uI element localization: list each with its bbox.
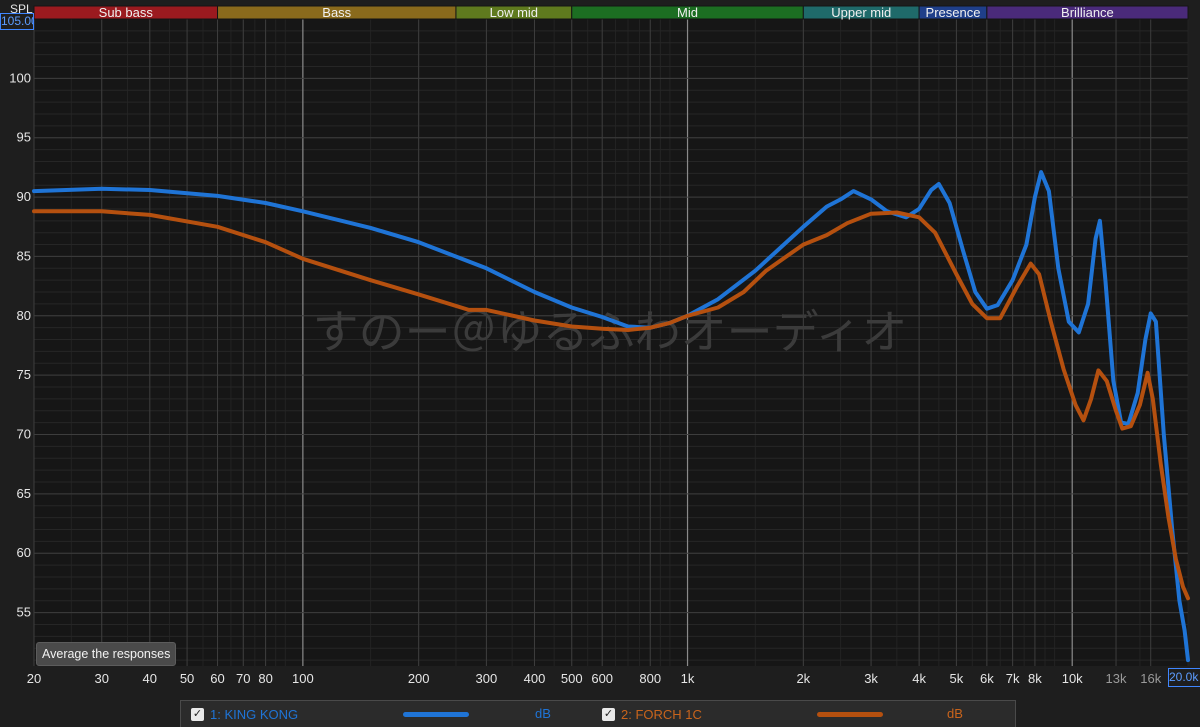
legend-panel: ✓ 1: KING KONG dB ✓ 2: FORCH 1C dB (180, 700, 1016, 727)
frequency-band-bar: Sub bass Bass Low mid Mid Upper mid Presence B… (33, 5, 1189, 20)
y-tick-label: 70 (17, 427, 31, 442)
watermark-text: すのー＠ゆるふわオーディオ (313, 305, 908, 359)
x-tick-label: 800 (639, 671, 661, 686)
y-tick-label: 85 (17, 248, 31, 263)
x-tick-label: 50 (180, 671, 194, 686)
legend-item-forch-1c: ✓ 2: FORCH 1C (602, 701, 702, 727)
x-tick-label: 2k (796, 671, 810, 686)
x-tick-label: 13k (1106, 671, 1127, 686)
legend-swatch-forch-1c (817, 712, 883, 717)
band-label: Sub bass (99, 5, 154, 20)
legend-item-king-kong: ✓ 1: KING KONG (191, 701, 298, 727)
x-tick-label: 200 (408, 671, 430, 686)
y-tick-label: 65 (17, 486, 31, 501)
x-tick-label: 300 (476, 671, 498, 686)
y-tick-label: 80 (17, 308, 31, 323)
average-responses-button[interactable]: Average the responses (36, 642, 177, 666)
band-label: Low mid (490, 5, 538, 20)
x-tick-label: 10k (1062, 671, 1083, 686)
y-tick-label: 95 (17, 130, 31, 145)
legend-unit-forch-1c: dB (947, 706, 963, 721)
band-label: Presence (926, 5, 981, 20)
x-tick-label: 100 (292, 671, 314, 686)
legend-unit-king-kong: dB (535, 706, 551, 721)
y-tick-label: 75 (17, 367, 31, 382)
band-label: Bass (322, 5, 351, 20)
x-tick-label: 7k (1006, 671, 1020, 686)
x-tick-label: 600 (591, 671, 613, 686)
x-tick-label: 5k (950, 671, 964, 686)
y-max-readout[interactable]: 105.00 (0, 13, 34, 30)
checkbox-icon[interactable]: ✓ (602, 707, 615, 721)
y-tick-label: 100 (9, 70, 31, 85)
x-tick-label: 16k (1140, 671, 1161, 686)
y-tick-label: 55 (17, 605, 31, 620)
checkbox-icon[interactable]: ✓ (191, 707, 204, 721)
x-tick-label: 8k (1028, 671, 1042, 686)
x-tick-label: 80 (258, 671, 272, 686)
y-tick-label: 60 (17, 545, 31, 560)
band-label: Mid (677, 5, 698, 20)
x-tick-label: 4k (912, 671, 926, 686)
x-tick-label: 40 (143, 671, 157, 686)
band-label: Upper mid (831, 5, 891, 20)
y-axis-ticks: 55 60 65 70 75 80 85 90 95 100 (9, 70, 31, 619)
x-tick-label: 20 (27, 671, 41, 686)
x-tick-label: 500 (561, 671, 583, 686)
legend-swatch-king-kong (403, 712, 469, 717)
x-max-readout[interactable]: 20.0k (1168, 668, 1200, 687)
x-tick-label: 70 (236, 671, 250, 686)
legend-series-name: 1: KING KONG (210, 706, 299, 722)
x-tick-label: 3k (864, 671, 878, 686)
frequency-response-chart: Sub bass Bass Low mid Mid Upper mid Presence B… (9, 5, 1190, 686)
band-label: Brilliance (1061, 5, 1114, 20)
legend-series-name: 2: FORCH 1C (621, 706, 702, 722)
x-tick-label: 60 (210, 671, 224, 686)
x-axis-ticks: 20 30 40 50 60 70 80 100 200 300 400 500 600 800 1k 2k 3… (27, 671, 1162, 686)
x-tick-label: 1k (681, 671, 695, 686)
x-tick-label: 30 (95, 671, 109, 686)
x-tick-label: 6k (980, 671, 994, 686)
y-tick-label: 90 (17, 189, 31, 204)
x-tick-label: 400 (524, 671, 546, 686)
